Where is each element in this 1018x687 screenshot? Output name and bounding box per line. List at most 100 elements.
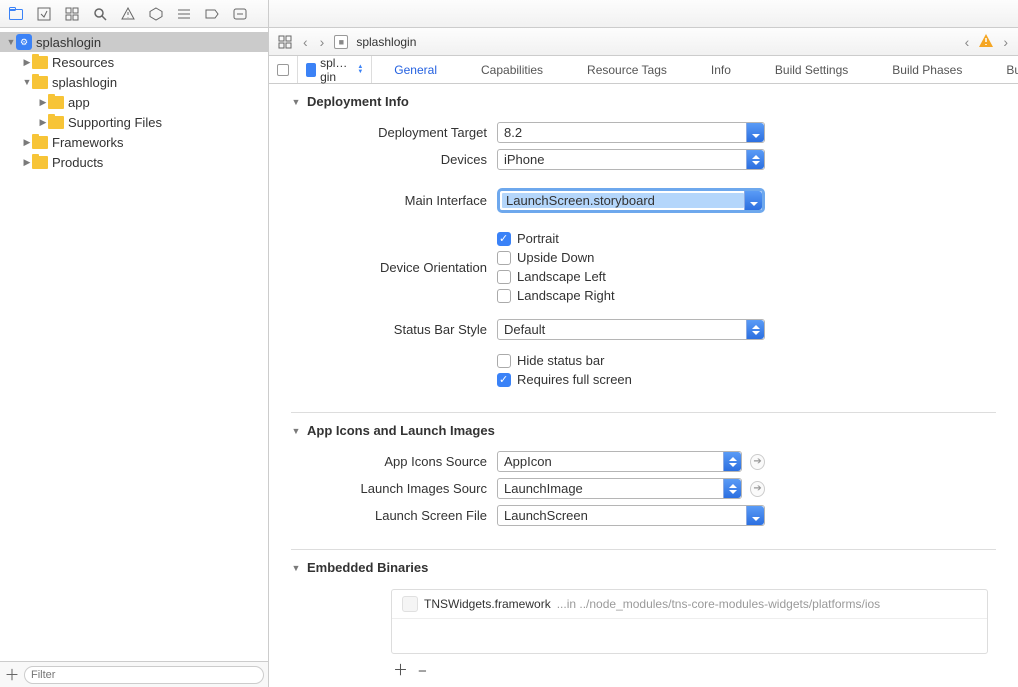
section-title: Embedded Binaries: [307, 560, 428, 575]
label-app-icons-source: App Icons Source: [269, 454, 497, 469]
breadcrumb-file[interactable]: splashlogin: [356, 35, 416, 49]
goto-asset-icon[interactable]: ➔: [750, 481, 765, 497]
project-tree[interactable]: ▼ ⚙ splashlogin ▶ Resources ▼ splashlogi…: [0, 28, 268, 661]
updown-chevron-icon[interactable]: [746, 320, 764, 339]
updown-chevron-icon[interactable]: [723, 479, 741, 498]
prev-issue-icon[interactable]: ‹: [963, 34, 972, 50]
section-embedded-binaries[interactable]: ▼ Embedded Binaries: [269, 550, 1018, 581]
disclosure-icon[interactable]: ▶: [38, 117, 48, 128]
related-items-icon[interactable]: [277, 34, 293, 50]
warning-icon[interactable]: [979, 34, 993, 50]
label-launch-images-source: Launch Images Sourc: [269, 481, 497, 496]
target-name: spl…gin: [320, 56, 351, 84]
hide-status-bar-checkbox[interactable]: [497, 354, 511, 368]
issue-navigator-icon[interactable]: [120, 6, 136, 22]
disclosure-icon[interactable]: ▶: [38, 97, 48, 108]
disclosure-icon[interactable]: ▼: [22, 77, 32, 87]
label-main-interface: Main Interface: [269, 193, 497, 208]
outline-toggle-icon[interactable]: [277, 64, 289, 76]
tree-folder[interactable]: ▶ Frameworks: [0, 132, 268, 152]
symbol-navigator-icon[interactable]: [64, 6, 80, 22]
report-navigator-icon[interactable]: [232, 6, 248, 22]
upside-down-checkbox[interactable]: [497, 251, 511, 265]
status-bar-style-combo[interactable]: Default: [497, 319, 765, 340]
tree-folder[interactable]: ▼ splashlogin: [0, 72, 268, 92]
chevron-down-icon[interactable]: [746, 123, 764, 142]
test-navigator-icon[interactable]: [148, 6, 164, 22]
add-icon[interactable]: ＋: [4, 667, 20, 683]
updown-chevron-icon[interactable]: [723, 452, 741, 471]
xcode-project-icon: ⚙: [16, 34, 32, 50]
target-popup[interactable]: spl…gin ▲▼: [298, 56, 372, 83]
disclosure-icon[interactable]: ▼: [291, 97, 301, 107]
target-selector[interactable]: [269, 56, 298, 83]
tree-label: app: [68, 95, 90, 110]
disclosure-icon[interactable]: ▼: [6, 37, 16, 47]
tree-folder[interactable]: ▶ Products: [0, 152, 268, 172]
disclosure-icon[interactable]: ▶: [22, 57, 32, 68]
find-navigator-icon[interactable]: [92, 6, 108, 22]
label-devices: Devices: [269, 152, 497, 167]
project-navigator: ▼ ⚙ splashlogin ▶ Resources ▼ splashlogi…: [0, 28, 269, 687]
embedded-binaries-list[interactable]: TNSWidgets.framework ...in ../node_modul…: [391, 589, 988, 654]
navigator-toolbar: [0, 0, 269, 27]
tab-capabilities[interactable]: Capabilities: [459, 56, 565, 83]
disclosure-icon[interactable]: ▶: [22, 137, 32, 148]
go-forward-icon[interactable]: ›: [318, 34, 327, 50]
label-status-bar-style: Status Bar Style: [269, 322, 497, 337]
framework-name: TNSWidgets.framework: [424, 597, 551, 611]
launch-images-source-combo[interactable]: LaunchImage: [497, 478, 742, 499]
next-issue-icon[interactable]: ›: [1001, 34, 1010, 50]
requires-full-screen-checkbox[interactable]: [497, 373, 511, 387]
tab-resource-tags[interactable]: Resource Tags: [565, 56, 689, 83]
tree-folder[interactable]: ▶ app: [0, 92, 268, 112]
landscape-left-checkbox[interactable]: [497, 270, 511, 284]
tree-project-root[interactable]: ▼ ⚙ splashlogin: [0, 32, 268, 52]
label-device-orientation: Device Orientation: [269, 260, 497, 275]
section-title: App Icons and Launch Images: [307, 423, 495, 438]
section-deployment-info[interactable]: ▼ Deployment Info: [269, 84, 1018, 115]
section-app-icons[interactable]: ▼ App Icons and Launch Images: [269, 413, 1018, 444]
storyboard-file-icon: ■: [334, 35, 348, 49]
tree-folder[interactable]: ▶ Supporting Files: [0, 112, 268, 132]
tab-build-rules[interactable]: Build Rule: [984, 56, 1018, 83]
disclosure-icon[interactable]: ▼: [291, 563, 301, 573]
add-binary-button[interactable]: ＋: [393, 659, 408, 680]
chevron-down-icon[interactable]: [746, 506, 764, 525]
tree-label: splashlogin: [36, 35, 101, 50]
filter-input[interactable]: [24, 666, 264, 684]
updown-chevron-icon[interactable]: [746, 150, 764, 169]
app-icons-source-combo[interactable]: AppIcon: [497, 451, 742, 472]
jump-bar: ‹ › ■ splashlogin ‹ ›: [269, 28, 1018, 56]
updown-icon: ▲▼: [357, 65, 363, 75]
tab-build-phases[interactable]: Build Phases: [870, 56, 984, 83]
go-back-icon[interactable]: ‹: [301, 34, 310, 50]
folder-icon: [32, 156, 48, 169]
tab-info[interactable]: Info: [689, 56, 753, 83]
label-deployment-target: Deployment Target: [269, 125, 497, 140]
breakpoint-navigator-icon[interactable]: [204, 6, 220, 22]
source-control-icon[interactable]: [36, 6, 52, 22]
portrait-checkbox[interactable]: [497, 232, 511, 246]
disclosure-icon[interactable]: ▼: [291, 426, 301, 436]
tree-folder[interactable]: ▶ Resources: [0, 52, 268, 72]
deployment-target-combo[interactable]: 8.2: [497, 122, 765, 143]
list-item[interactable]: TNSWidgets.framework ...in ../node_modul…: [392, 590, 987, 619]
tab-build-settings[interactable]: Build Settings: [753, 56, 870, 83]
goto-asset-icon[interactable]: ➔: [750, 454, 765, 470]
tab-general[interactable]: General: [372, 56, 459, 83]
chevron-down-icon[interactable]: [744, 191, 762, 210]
project-navigator-icon[interactable]: [8, 6, 24, 22]
launch-screen-file-combo[interactable]: LaunchScreen: [497, 505, 765, 526]
disclosure-icon[interactable]: ▶: [22, 157, 32, 168]
folder-icon: [32, 136, 48, 149]
app-target-icon: [306, 63, 316, 77]
devices-combo[interactable]: iPhone: [497, 149, 765, 170]
folder-icon: [48, 116, 64, 129]
main-interface-combo[interactable]: LaunchScreen.storyboard: [497, 188, 765, 213]
landscape-right-checkbox[interactable]: [497, 289, 511, 303]
debug-navigator-icon[interactable]: [176, 6, 192, 22]
remove-binary-button[interactable]: −: [418, 663, 427, 680]
editor-scroll[interactable]: ▼ Deployment Info Deployment Target 8.2 …: [269, 84, 1018, 687]
folder-icon: [32, 56, 48, 69]
